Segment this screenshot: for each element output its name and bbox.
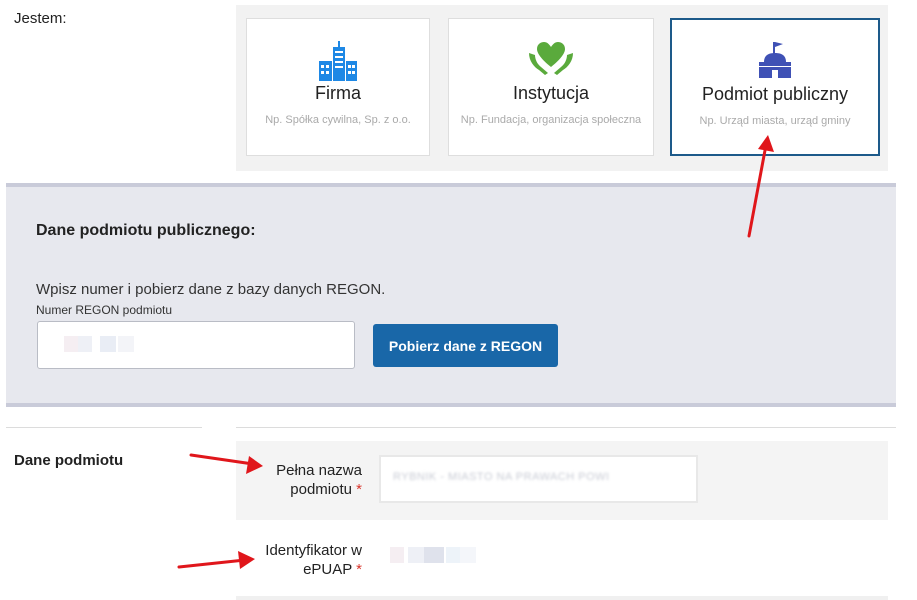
- annotation-arrow-podmiot: [747, 143, 768, 238]
- annotation-arrow-full-name: [189, 453, 255, 466]
- annotation-arrows: [177, 135, 774, 569]
- arrowhead-icon: [758, 135, 774, 152]
- arrowhead-icon: [238, 551, 255, 569]
- arrowhead-icon: [246, 456, 263, 474]
- annotation-arrow-epuap: [177, 558, 247, 569]
